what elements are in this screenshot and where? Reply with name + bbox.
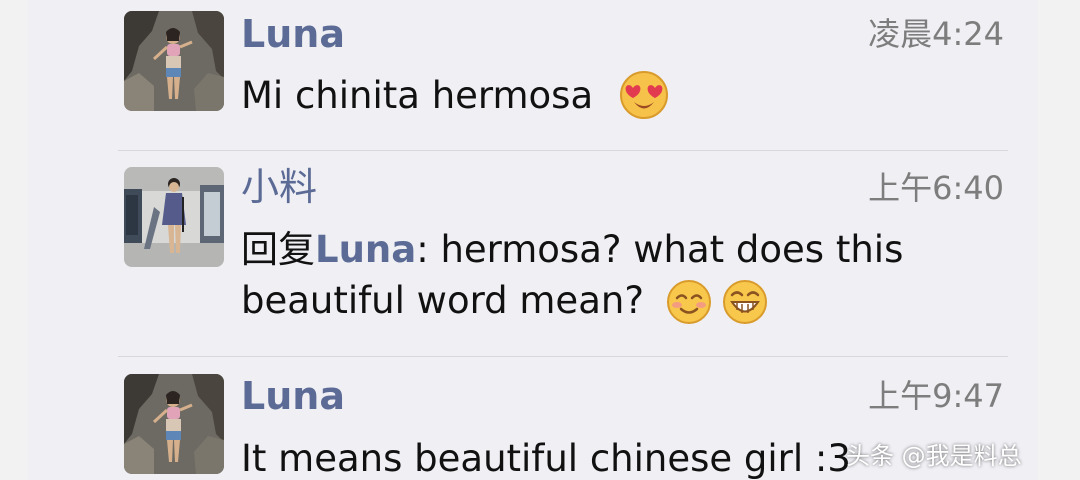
avatar-luna[interactable]: [124, 11, 224, 111]
comment-divider: [118, 150, 1008, 151]
comment-author[interactable]: Luna: [241, 377, 345, 415]
comment-divider: [118, 356, 1008, 357]
comment-time: 凌晨4:24: [868, 15, 1004, 53]
comment-text: 回复Luna: hermosa? what does this beautifu…: [241, 224, 1001, 326]
grinning-emoji-icon: [722, 279, 768, 325]
avatar-photo: [124, 374, 224, 474]
blushing-smile-emoji-icon: [666, 279, 712, 325]
reply-prefix: 回复: [241, 228, 315, 271]
comment-author[interactable]: Luna: [241, 15, 345, 53]
avatar-xiaoliao[interactable]: [124, 167, 224, 267]
reply-to-name[interactable]: Luna: [315, 228, 416, 271]
comment-message: Mi chinita hermosa: [241, 74, 594, 117]
comment-author[interactable]: 小料: [241, 168, 317, 206]
watermark-text: 头条 @我是料总: [846, 442, 1022, 470]
comment-text: Mi chinita hermosa: [241, 70, 1001, 121]
avatar-photo: [124, 11, 224, 111]
avatar-photo: [124, 167, 224, 267]
heart-eyes-emoji-icon: [619, 70, 669, 120]
wechat-moments-comments-screen: Luna 凌晨4:24 Mi chinita hermosa 小料 上午6:40…: [0, 0, 1080, 480]
comment-message: It means beautiful chinese girl :3: [241, 437, 851, 480]
comment-time: 上午6:40: [868, 169, 1004, 207]
comment-time: 上午9:47: [868, 377, 1004, 415]
avatar-luna[interactable]: [124, 374, 224, 474]
